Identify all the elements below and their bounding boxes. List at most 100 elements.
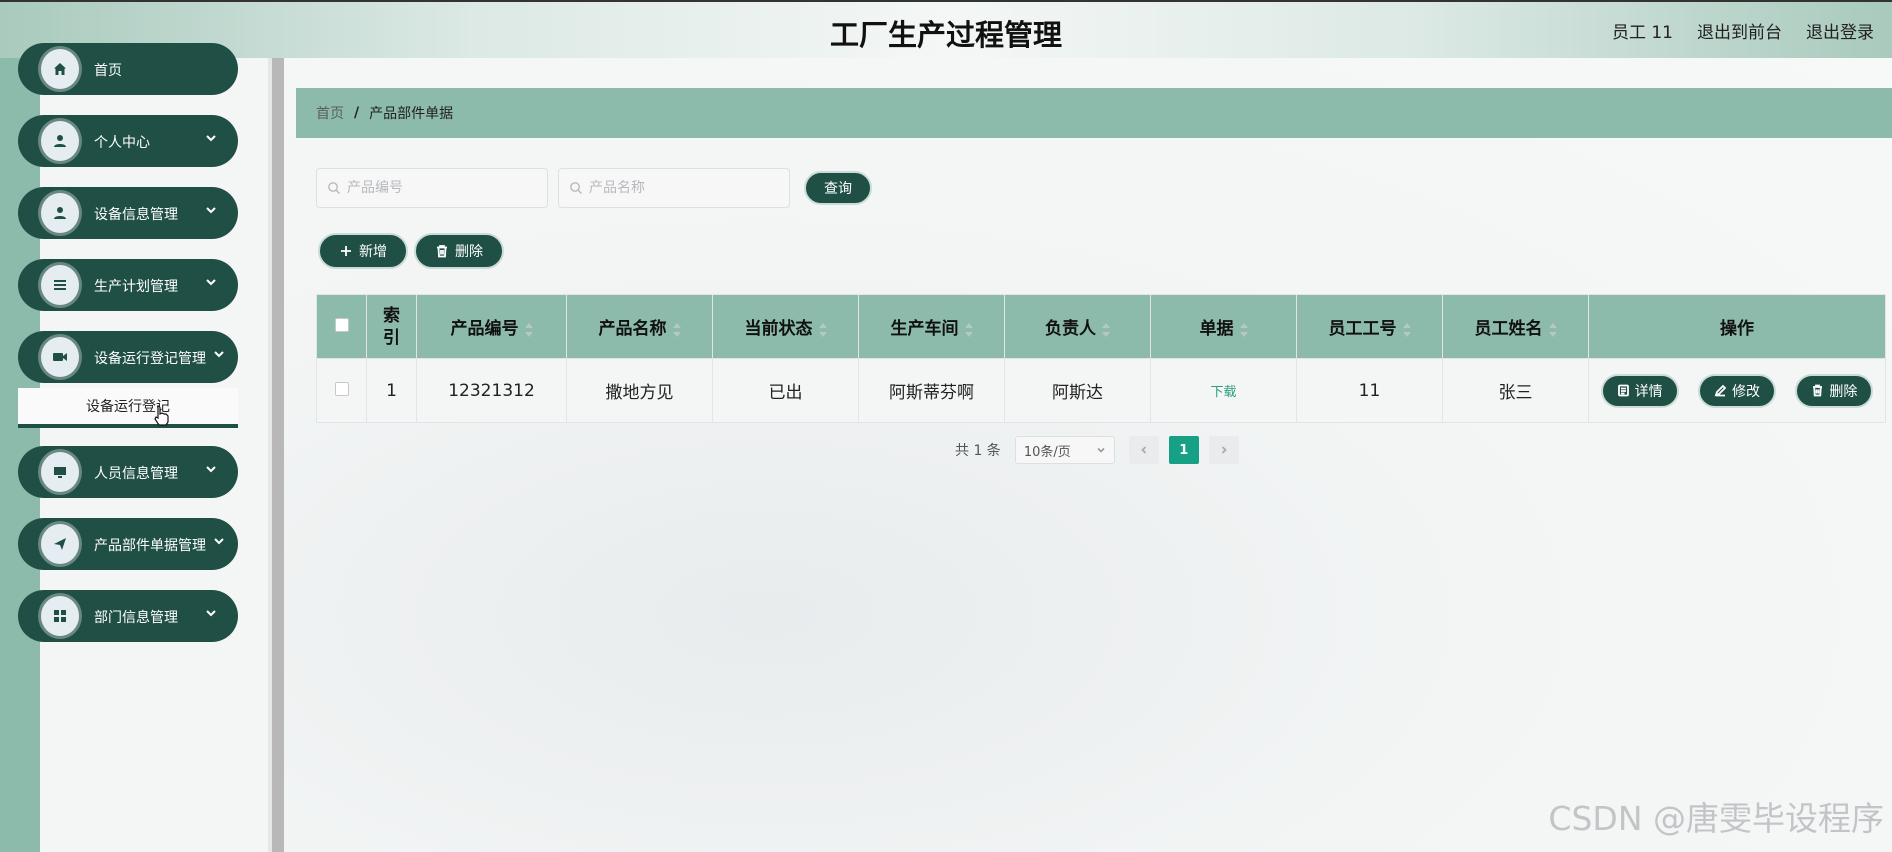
logout-link[interactable]: 退出登录 [1806,18,1874,43]
header-links: 员工 11 退出到前台 退出登录 [1612,18,1874,43]
table-header-row: 索引 产品编号 产品名称 当前状态 生产车间 负责人 单据 员工工号 员工姓名 … [316,294,1886,359]
breadcrumb-current: 产品部件单据 [369,106,454,122]
col-document-label: 单据 [1199,319,1234,339]
trash-icon [1813,384,1823,397]
detail-button[interactable]: 详情 [1600,373,1679,408]
cell-employee-name: 张三 [1442,358,1589,423]
batch-delete-button[interactable]: 删除 [414,233,504,269]
sidebar-item-operation-register[interactable]: 设备运行登记管理 [18,331,238,383]
exit-to-front-link[interactable]: 退出到前台 [1697,18,1782,43]
col-workshop-label: 生产车间 [890,319,959,339]
col-index: 索引 [366,294,417,359]
cell-manager: 阿斯达 [1004,358,1151,423]
cell-product-no: 12321312 [416,358,567,423]
sidebar-item-personal[interactable]: 个人中心 [18,115,238,167]
page-buttons: 1 [1128,436,1239,464]
app-header: 工厂生产过程管理 员工 11 退出到前台 退出登录 [0,0,1892,58]
sort-icon[interactable] [1239,322,1248,337]
page-1-button[interactable]: 1 [1168,436,1199,464]
product-no-input[interactable] [347,180,537,196]
sidebar-item-product-docs[interactable]: 产品部件单据管理 [18,518,238,570]
page-size-select[interactable]: 10条/页 [1014,436,1115,464]
select-all-checkbox[interactable] [334,317,349,332]
col-operation: 操作 [1588,294,1886,359]
search-icon [328,182,340,194]
sort-icon[interactable] [672,322,681,337]
product-name-input[interactable] [589,180,779,196]
chevron-down-icon [212,534,226,548]
col-employee-no[interactable]: 员工工号 [1296,294,1443,359]
chevron-down-icon [1097,447,1105,453]
hand-cursor-icon [154,405,169,426]
chevron-left-icon [1141,446,1146,454]
row-select-cell[interactable] [316,358,367,423]
sidebar-item-label: 首页 [94,63,122,79]
row-delete-button[interactable]: 删除 [1795,373,1874,408]
list-icon [38,262,82,308]
cell-index: 1 [366,358,417,423]
user-label[interactable]: 员工 11 [1612,18,1673,43]
cell-product-name: 撒地方见 [566,358,713,423]
sidebar-subitem-operation-register[interactable]: 设备运行登记 [18,388,238,428]
select-all-cell[interactable] [316,294,367,359]
chevron-down-icon [204,462,218,476]
col-document[interactable]: 单据 [1150,294,1297,359]
next-page-button[interactable] [1208,436,1239,464]
edit-button[interactable]: 修改 [1698,373,1776,408]
monitor-icon [38,449,82,495]
col-workshop[interactable]: 生产车间 [858,294,1005,359]
sidebar-item-plan[interactable]: 生产计划管理 [18,259,238,311]
row-checkbox[interactable] [334,381,349,396]
download-link[interactable]: 下载 [1210,385,1236,400]
breadcrumb-home[interactable]: 首页 [316,103,344,123]
table-row: 1 12321312 撒地方见 已出 阿斯蒂芬啊 阿斯达 下载 11 张三 详情… [316,358,1886,423]
sort-icon[interactable] [818,322,827,337]
query-button[interactable]: 查询 [804,171,872,205]
edit-button-label: 修改 [1732,383,1760,400]
col-operation-label: 操作 [1720,319,1754,339]
sidebar-item-home[interactable]: 首页 [18,43,238,95]
add-button-label: 新增 [359,244,387,260]
col-status[interactable]: 当前状态 [712,294,859,359]
cell-operations: 详情 修改 删除 [1588,358,1886,423]
sidebar-item-label: 人员信息管理 [94,466,178,482]
sidebar-divider[interactable] [268,58,284,852]
col-status-label: 当前状态 [744,319,813,339]
sort-icon[interactable] [524,322,533,337]
chevron-down-icon [204,275,218,289]
trash-icon [437,245,447,258]
col-product-no[interactable]: 产品编号 [416,294,567,359]
chevron-down-icon [204,131,218,145]
sidebar-item-label: 设备信息管理 [94,207,178,223]
page-size-value: 10条/页 [1023,444,1071,460]
breadcrumb-separator: / [354,105,360,121]
col-index-label: 索引 [383,305,400,348]
col-employee-name[interactable]: 员工姓名 [1442,294,1589,359]
home-icon [38,46,82,92]
sidebar-item-label: 部门信息管理 [94,610,178,626]
chevron-down-icon [204,203,218,217]
video-icon [38,334,82,380]
product-name-search-field[interactable] [558,168,790,208]
grid-icon [38,593,82,639]
col-manager[interactable]: 负责人 [1004,294,1151,359]
sort-icon[interactable] [964,322,973,337]
col-manager-label: 负责人 [1045,319,1096,339]
sort-icon[interactable] [1548,322,1557,337]
add-button[interactable]: 新增 [318,233,408,269]
detail-button-label: 详情 [1634,383,1663,400]
col-product-name-label: 产品名称 [598,319,667,339]
product-no-search-field[interactable] [316,168,548,208]
sidebar-item-label: 生产计划管理 [94,279,178,295]
pencil-icon [1714,384,1727,397]
col-employee-no-label: 员工工号 [1328,319,1397,339]
prev-page-button[interactable] [1128,436,1159,464]
breadcrumb: 首页 / 产品部件单据 [296,88,1892,138]
total-count: 共 1 条 [955,443,1001,459]
sidebar-item-department[interactable]: 部门信息管理 [18,590,238,642]
sidebar-item-personnel[interactable]: 人员信息管理 [18,446,238,498]
sort-icon[interactable] [1402,322,1411,337]
sort-icon[interactable] [1102,322,1110,337]
col-product-name[interactable]: 产品名称 [566,294,713,359]
sidebar-item-equipment[interactable]: 设备信息管理 [18,187,238,239]
